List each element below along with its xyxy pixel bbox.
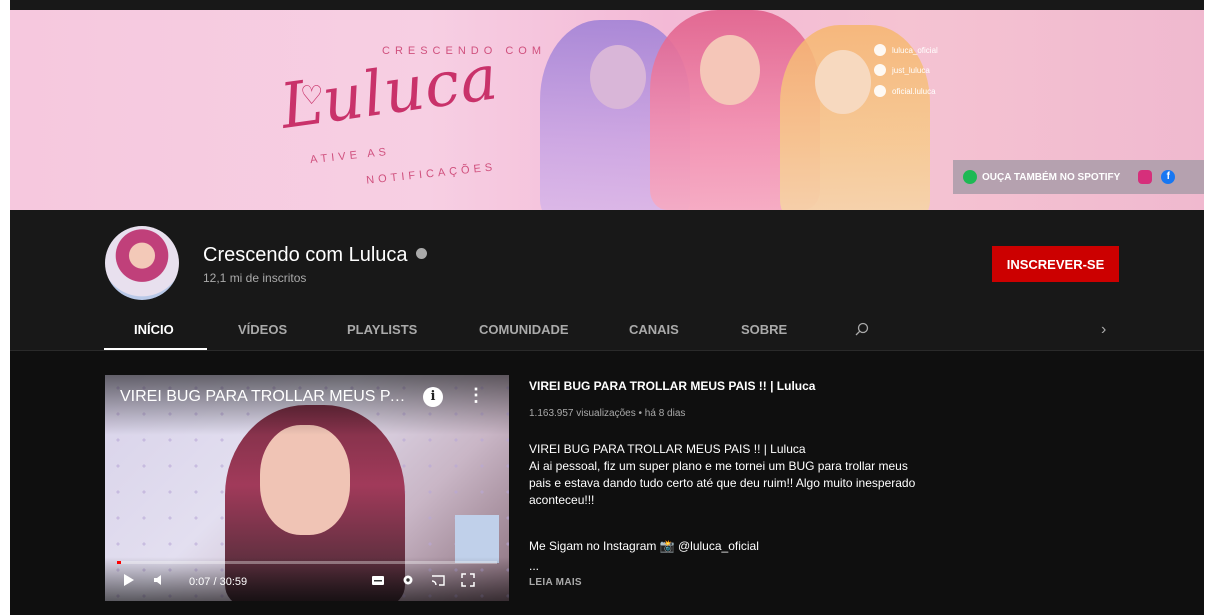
subscribe-button[interactable]: INSCREVER-SE	[992, 246, 1119, 282]
tab-playlists[interactable]: PLAYLISTS	[347, 310, 417, 350]
tab-inicio[interactable]: INÍCIO	[134, 310, 174, 350]
tiktok-icon	[874, 64, 886, 76]
search-icon[interactable]	[855, 322, 869, 336]
spotify-icon[interactable]	[963, 170, 977, 184]
description-instagram-line: Me Sigam no Instagram 📸 @luluca_oficial	[529, 539, 759, 553]
facebook-icon	[874, 85, 886, 97]
cast-icon[interactable]	[431, 573, 445, 587]
tab-sobre[interactable]: SOBRE	[741, 310, 787, 350]
banner-logo: Luluca	[275, 40, 503, 143]
instagram-icon[interactable]	[1138, 170, 1153, 184]
banner-note-line2: NOTIFICAÇÕES	[365, 161, 497, 187]
tab-videos[interactable]: VÍDEOS	[238, 310, 287, 350]
banner-note-line1: ATIVE AS	[309, 145, 391, 167]
channel-name-row: Crescendo com Luluca	[203, 244, 427, 267]
top-bar	[10, 0, 1204, 10]
video-meta: 1.163.957 visualizações • há 8 dias	[529, 408, 686, 419]
player-time: 0:07 / 30:59	[189, 576, 248, 588]
spotify-link[interactable]: OUÇA TAMBÉM NO SPOTIFY	[982, 172, 1120, 183]
featured-video-section: VIREI BUG PARA TROLLAR MEUS PAI... i ⋮ 0…	[10, 351, 1204, 615]
fullscreen-icon[interactable]	[461, 573, 475, 587]
verified-icon	[415, 248, 427, 260]
video-description: VIREI BUG PARA TROLLAR MEUS PAIS !! | Lu…	[529, 441, 919, 509]
channel-header: Crescendo com Luluca 12,1 mi de inscrito…	[10, 210, 1204, 350]
tab-comunidade[interactable]: COMUNIDADE	[479, 310, 569, 350]
video-player[interactable]: VIREI BUG PARA TROLLAR MEUS PAI... i ⋮ 0…	[105, 375, 509, 601]
description-title: VIREI BUG PARA TROLLAR MEUS PAIS !! | Lu…	[529, 442, 806, 456]
channel-name: Crescendo com Luluca	[203, 244, 408, 266]
banner-social-facebook[interactable]: oficial.luluca	[874, 85, 936, 97]
video-frame-inset	[455, 515, 499, 563]
social-handle: oficial.luluca	[892, 86, 936, 96]
progress-fill	[117, 561, 121, 564]
play-icon[interactable]	[123, 573, 135, 587]
channel-tabs: INÍCIO VÍDEOS PLAYLISTS COMUNIDADE CANAI…	[104, 310, 1106, 350]
banner-face-right	[815, 50, 871, 114]
video-title[interactable]: VIREI BUG PARA TROLLAR MEUS PAIS !! | Lu…	[529, 379, 815, 393]
description-body: Ai ai pessoal, fiz um super plano e me t…	[529, 459, 916, 507]
banner-face-left	[590, 45, 646, 109]
subtitles-icon[interactable]	[371, 573, 385, 587]
description-ellipsis: ...	[529, 559, 540, 573]
player-title[interactable]: VIREI BUG PARA TROLLAR MEUS PAI...	[120, 388, 410, 406]
chevron-right-icon[interactable]: ›	[1101, 321, 1106, 339]
banner-links-bar: OUÇA TAMBÉM NO SPOTIFY f	[953, 160, 1204, 194]
read-more-link[interactable]: LEIA MAIS	[529, 577, 582, 588]
more-options-icon[interactable]: ⋮	[467, 385, 485, 406]
progress-bar[interactable]	[117, 561, 497, 564]
tab-canais[interactable]: CANAIS	[629, 310, 679, 350]
facebook-icon[interactable]: f	[1161, 170, 1176, 184]
volume-icon[interactable]	[153, 573, 165, 587]
info-icon[interactable]: i	[423, 387, 443, 407]
subscriber-count: 12,1 mi de inscritos	[203, 271, 307, 285]
social-handle: luluca_oficial	[892, 45, 938, 55]
gear-icon[interactable]	[401, 573, 415, 587]
instagram-icon	[874, 44, 886, 56]
youtube-channel-page: CRESCENDO COM ♡ Luluca ATIVE AS NOTIFICA…	[0, 0, 1207, 615]
banner-face-center	[700, 35, 760, 105]
banner-social-instagram[interactable]: luluca_oficial	[874, 44, 938, 56]
avatar[interactable]	[105, 226, 179, 300]
video-frame-face	[260, 425, 350, 535]
social-handle: just_luluca	[892, 65, 930, 75]
banner-social-tiktok[interactable]: just_luluca	[874, 64, 930, 76]
